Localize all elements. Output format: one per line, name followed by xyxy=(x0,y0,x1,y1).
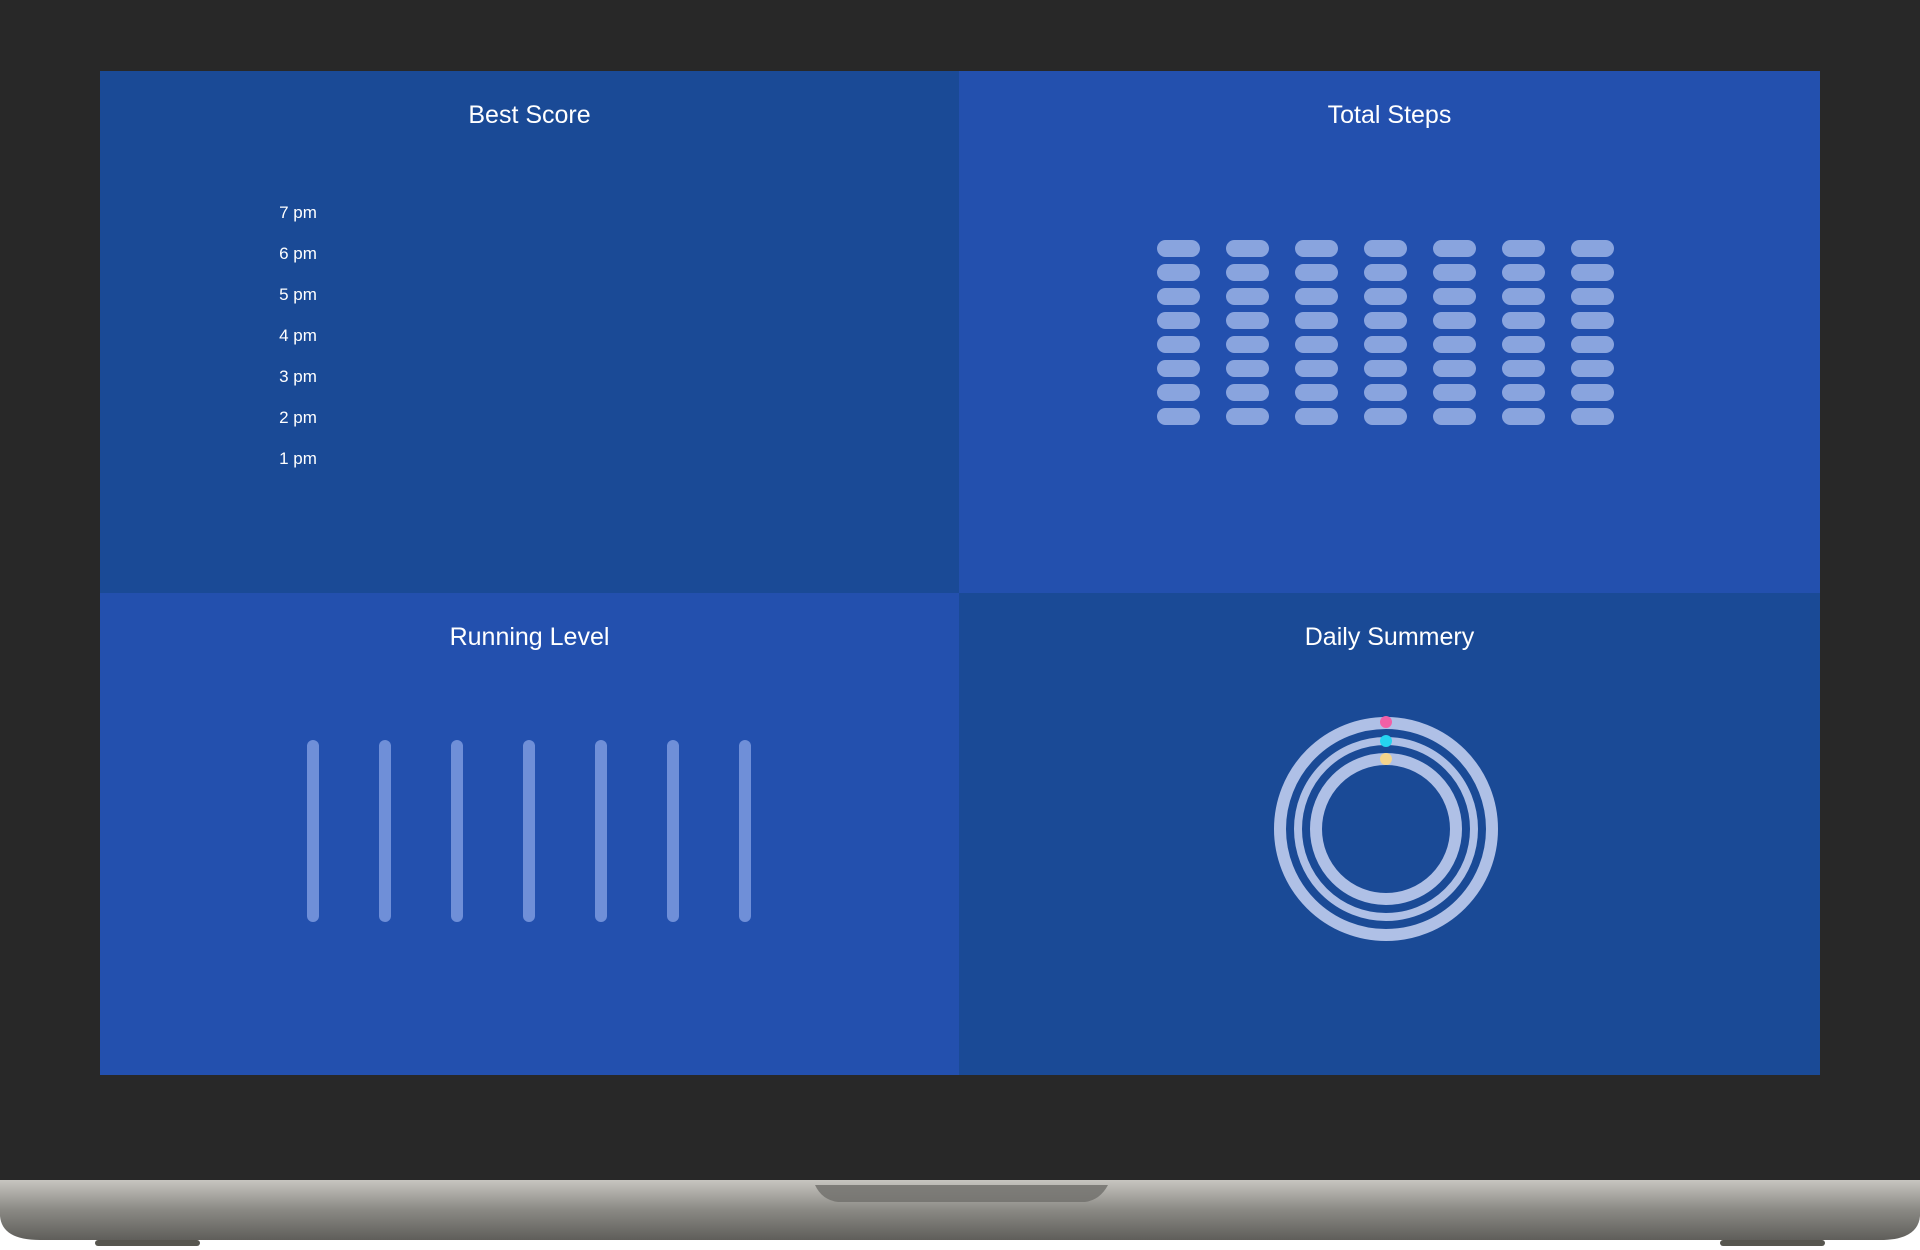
running-bar xyxy=(739,740,751,922)
daily-summary-panel: Daily Summery xyxy=(959,593,1820,1075)
time-label: 3 pm xyxy=(279,367,317,386)
outer-ring-marker xyxy=(1380,716,1392,728)
running-bar xyxy=(523,740,535,922)
running-level-title: Running Level xyxy=(449,623,610,651)
step-pill xyxy=(1433,408,1476,425)
step-pill xyxy=(1502,264,1545,281)
running-bar xyxy=(307,740,319,922)
step-pill xyxy=(1571,408,1614,425)
step-pill xyxy=(1571,336,1614,353)
step-pill xyxy=(1295,288,1338,305)
step-pill xyxy=(1502,360,1545,377)
best-score-title: Best Score xyxy=(468,101,591,129)
step-pill xyxy=(1364,312,1407,329)
step-pill xyxy=(1571,360,1614,377)
running-bars xyxy=(307,740,751,922)
step-pill xyxy=(1295,240,1338,257)
step-pill xyxy=(1364,384,1407,401)
step-pill xyxy=(1433,264,1476,281)
step-pill xyxy=(1433,240,1476,257)
step-pill xyxy=(1502,408,1545,425)
laptop-foot-left xyxy=(95,1240,200,1246)
step-pill xyxy=(1157,240,1200,257)
step-pill xyxy=(1226,288,1269,305)
step-pill xyxy=(1433,384,1476,401)
step-pill xyxy=(1433,360,1476,377)
step-pill xyxy=(1571,312,1614,329)
steps-column xyxy=(1571,240,1614,425)
running-bar xyxy=(451,740,463,922)
running-level-panel: Running Level xyxy=(100,593,959,1075)
step-pill xyxy=(1502,384,1545,401)
step-pill xyxy=(1226,336,1269,353)
step-pill xyxy=(1226,360,1269,377)
steps-column xyxy=(1364,240,1407,425)
step-pill xyxy=(1295,384,1338,401)
time-label: 6 pm xyxy=(279,244,317,263)
steps-column xyxy=(1295,240,1338,425)
laptop-base xyxy=(0,1180,1920,1246)
step-pill xyxy=(1157,312,1200,329)
inner-ring xyxy=(1310,753,1462,905)
time-label: 5 pm xyxy=(279,285,317,304)
time-label: 1 pm xyxy=(279,449,317,468)
step-pill xyxy=(1502,288,1545,305)
step-pill xyxy=(1295,312,1338,329)
middle-ring xyxy=(1294,737,1478,921)
total-steps-panel: Total Steps xyxy=(959,71,1820,593)
running-bar xyxy=(595,740,607,922)
running-bar xyxy=(379,740,391,922)
time-label: 4 pm xyxy=(279,326,317,345)
steps-column xyxy=(1157,240,1200,425)
laptop-notch xyxy=(815,1185,1108,1202)
steps-column xyxy=(1502,240,1545,425)
step-pill xyxy=(1364,288,1407,305)
step-pill xyxy=(1571,240,1614,257)
step-pill xyxy=(1226,264,1269,281)
best-score-panel: Best Score 7 pm 6 pm 5 pm 4 pm 3 pm 2 pm… xyxy=(100,71,959,593)
step-pill xyxy=(1157,360,1200,377)
step-pill xyxy=(1226,384,1269,401)
step-pill xyxy=(1157,408,1200,425)
step-pill xyxy=(1226,408,1269,425)
steps-column xyxy=(1226,240,1269,425)
step-pill xyxy=(1157,336,1200,353)
step-pill xyxy=(1364,336,1407,353)
step-pill xyxy=(1295,408,1338,425)
step-pill xyxy=(1433,288,1476,305)
steps-grid xyxy=(1157,240,1614,425)
laptop-foot-right xyxy=(1720,1240,1825,1246)
step-pill xyxy=(1226,240,1269,257)
step-pill xyxy=(1295,336,1338,353)
step-pill xyxy=(1433,336,1476,353)
activity-rings xyxy=(1274,716,1498,941)
step-pill xyxy=(1502,312,1545,329)
step-pill xyxy=(1364,264,1407,281)
steps-column xyxy=(1433,240,1476,425)
step-pill xyxy=(1502,240,1545,257)
time-label: 7 pm xyxy=(279,203,317,222)
step-pill xyxy=(1364,240,1407,257)
step-pill xyxy=(1502,336,1545,353)
step-pill xyxy=(1364,360,1407,377)
running-bar xyxy=(667,740,679,922)
daily-summary-title: Daily Summery xyxy=(1304,623,1475,651)
step-pill xyxy=(1364,408,1407,425)
step-pill xyxy=(1226,312,1269,329)
middle-ring-marker xyxy=(1380,735,1392,747)
step-pill xyxy=(1157,288,1200,305)
time-label: 2 pm xyxy=(279,408,317,427)
step-pill xyxy=(1295,360,1338,377)
dashboard-screen: Best Score 7 pm 6 pm 5 pm 4 pm 3 pm 2 pm… xyxy=(100,71,1820,1075)
step-pill xyxy=(1571,288,1614,305)
step-pill xyxy=(1571,264,1614,281)
step-pill xyxy=(1157,264,1200,281)
step-pill xyxy=(1295,264,1338,281)
inner-ring-marker xyxy=(1380,753,1392,765)
step-pill xyxy=(1433,312,1476,329)
step-pill xyxy=(1571,384,1614,401)
step-pill xyxy=(1157,384,1200,401)
total-steps-title: Total Steps xyxy=(1327,101,1452,129)
time-axis: 7 pm 6 pm 5 pm 4 pm 3 pm 2 pm 1 pm xyxy=(275,199,321,486)
